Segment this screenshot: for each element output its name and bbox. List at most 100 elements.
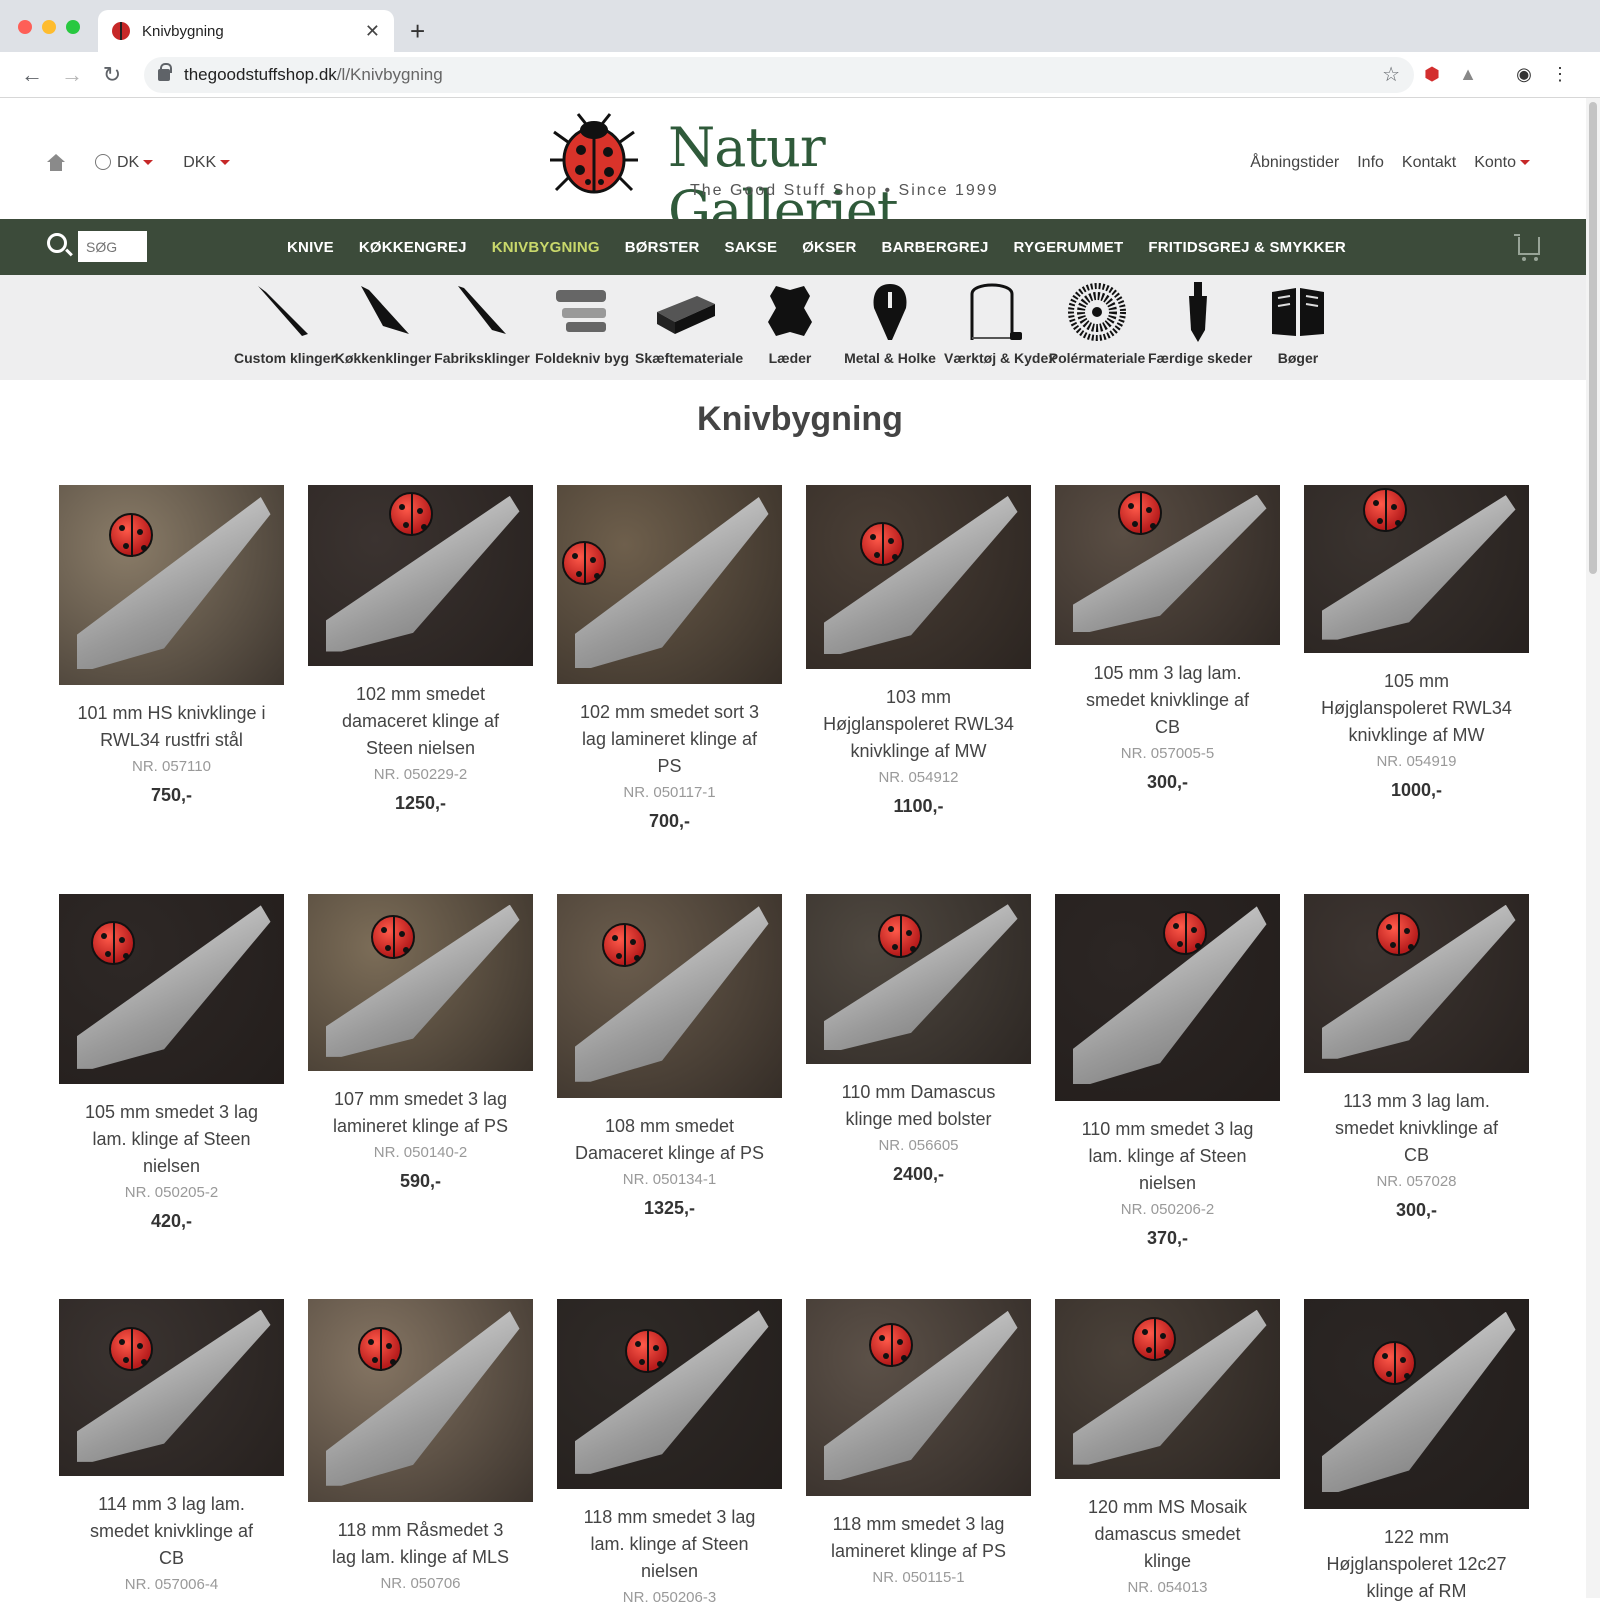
product-name[interactable]: 102 mm smedet sort 3 lag lamineret kling… — [557, 699, 782, 780]
product-name[interactable]: 102 mm smedet damaceret klinge af Steen … — [308, 681, 533, 762]
subcat-laeder[interactable]: Læder — [740, 275, 840, 366]
product-card[interactable]: 120 mm MS Mosaik damascus smedet klinge N… — [1055, 1299, 1280, 1606]
product-image[interactable] — [308, 1299, 533, 1502]
product-image[interactable] — [1055, 485, 1280, 645]
home-icon[interactable] — [47, 154, 65, 172]
product-card[interactable]: 105 mm smedet 3 lag lam. klinge af Steen… — [59, 894, 284, 1232]
link-kontakt[interactable]: Kontakt — [1402, 154, 1456, 172]
link-abningstider[interactable]: Åbningstider — [1250, 154, 1339, 172]
product-image[interactable] — [59, 894, 284, 1084]
profile-extension-icon[interactable]: ◉ — [1506, 64, 1542, 85]
product-name[interactable]: 105 mm Højglanspoleret RWL34 knivklinge … — [1304, 668, 1529, 749]
product-image[interactable] — [1055, 1299, 1280, 1479]
subcat-metal-holke[interactable]: Metal & Holke — [840, 275, 940, 366]
product-image[interactable] — [557, 485, 782, 684]
menu-kebab-icon[interactable]: ⋮ — [1542, 64, 1578, 85]
product-name[interactable]: 107 mm smedet 3 lag lamineret klinge af … — [308, 1086, 533, 1140]
zoom-window-button[interactable] — [66, 20, 80, 34]
subcat-custom-klinger[interactable]: Custom klinger — [234, 275, 336, 366]
nav-item-rygerummet[interactable]: RYGERUMMET — [1014, 239, 1124, 256]
product-image[interactable] — [59, 1299, 284, 1476]
product-card[interactable]: 118 mm Råsmedet 3 lag lam. klinge af MLS… — [308, 1299, 533, 1602]
product-name[interactable]: 101 mm HS knivklinge i RWL34 rustfri stå… — [59, 700, 284, 754]
nav-item-borster[interactable]: BØRSTER — [625, 239, 700, 256]
account-menu[interactable]: Konto — [1474, 154, 1530, 172]
subcat-kokkenklinger[interactable]: Køkkenklinger — [333, 275, 433, 366]
product-name[interactable]: 122 mm Højglanspoleret 12c27 klinge af R… — [1304, 1524, 1529, 1605]
product-image[interactable] — [59, 485, 284, 685]
product-name[interactable]: 110 mm smedet 3 lag lam. klinge af Steen… — [1055, 1116, 1280, 1197]
product-card[interactable]: 105 mm 3 lag lam. smedet knivklinge af C… — [1055, 485, 1280, 793]
new-tab-icon[interactable]: + — [410, 16, 425, 47]
product-card[interactable]: 114 mm 3 lag lam. smedet knivklinge af C… — [59, 1299, 284, 1603]
bookmark-star-icon[interactable]: ☆ — [1382, 62, 1400, 87]
product-card[interactable]: 102 mm smedet damaceret klinge af Steen … — [308, 485, 533, 814]
subcat-skaeftemateriale[interactable]: Skæftemateriale — [635, 275, 743, 366]
subcat-boger[interactable]: Bøger — [1248, 275, 1348, 366]
nav-item-sakse[interactable]: SAKSE — [725, 239, 778, 256]
product-card[interactable]: 110 mm Damascus klinge med bolster NR. 05… — [806, 894, 1031, 1185]
subcat-faerdige-skeder[interactable]: Færdige skeder — [1148, 275, 1252, 366]
product-card[interactable]: 103 mm Højglanspoleret RWL34 knivklinge … — [806, 485, 1031, 817]
product-card[interactable]: 108 mm smedet Damaceret klinge af PS NR. … — [557, 894, 782, 1219]
product-image[interactable] — [806, 485, 1031, 669]
product-name[interactable]: 118 mm Råsmedet 3 lag lam. klinge af MLS — [308, 1517, 533, 1571]
product-card[interactable]: 122 mm Højglanspoleret 12c27 klinge af R… — [1304, 1299, 1529, 1615]
nav-item-barbergrej[interactable]: BARBERGREJ — [882, 239, 989, 256]
nav-item-okser[interactable]: ØKSER — [802, 239, 856, 256]
product-image[interactable] — [1304, 485, 1529, 653]
product-image[interactable] — [308, 485, 533, 666]
product-image[interactable] — [308, 894, 533, 1071]
adblock-extension-icon[interactable]: ⬢ — [1414, 64, 1450, 85]
product-name[interactable]: 120 mm MS Mosaik damascus smedet klinge — [1055, 1494, 1280, 1575]
product-image[interactable] — [557, 1299, 782, 1489]
site-logo[interactable]: Natur Galleriet The Good Stuff Shop • Si… — [550, 112, 1020, 242]
subcat-polermateriale[interactable]: Polérmateriale — [1047, 275, 1147, 366]
nav-item-knivbygning[interactable]: KNIVBYGNING — [492, 239, 600, 256]
link-info[interactable]: Info — [1357, 154, 1384, 172]
close-window-button[interactable] — [18, 20, 32, 34]
search-icon[interactable] — [47, 233, 67, 253]
product-image[interactable] — [806, 1299, 1031, 1496]
close-tab-icon[interactable]: ✕ — [365, 21, 380, 42]
country-selector[interactable]: DK — [95, 154, 154, 172]
product-card[interactable]: 101 mm HS knivklinge i RWL34 rustfri stå… — [59, 485, 284, 806]
scrollbar-thumb[interactable] — [1589, 102, 1597, 574]
product-name[interactable]: 114 mm 3 lag lam. smedet knivklinge af C… — [59, 1491, 284, 1572]
nav-item-kokkengrej[interactable]: KØKKENGREJ — [359, 239, 467, 256]
page-scrollbar[interactable] — [1586, 98, 1600, 1598]
nav-item-knive[interactable]: KNIVE — [287, 239, 334, 256]
product-image[interactable] — [1055, 894, 1280, 1101]
product-image[interactable] — [806, 894, 1031, 1064]
back-arrow-icon[interactable]: ← — [12, 62, 52, 88]
browser-tab[interactable]: Knivbygning ✕ — [98, 10, 394, 52]
product-name[interactable]: 105 mm smedet 3 lag lam. klinge af Steen… — [59, 1099, 284, 1180]
subcat-fabriksklinger[interactable]: Fabriksklinger — [432, 275, 532, 366]
search-input[interactable] — [78, 231, 147, 262]
product-name[interactable]: 118 mm smedet 3 lag lam. klinge af Steen… — [557, 1504, 782, 1585]
product-card[interactable]: 118 mm smedet 3 lag lam. klinge af Steen… — [557, 1299, 782, 1616]
product-image[interactable] — [1304, 1299, 1529, 1509]
product-card[interactable]: 110 mm smedet 3 lag lam. klinge af Steen… — [1055, 894, 1280, 1249]
reload-icon[interactable]: ↻ — [92, 62, 132, 88]
product-image[interactable] — [1304, 894, 1529, 1073]
product-card[interactable]: 118 mm smedet 3 lag lamineret klinge af … — [806, 1299, 1031, 1596]
product-card[interactable]: 105 mm Højglanspoleret RWL34 knivklinge … — [1304, 485, 1529, 801]
product-name[interactable]: 103 mm Højglanspoleret RWL34 knivklinge … — [806, 684, 1031, 765]
address-bar[interactable]: thegoodstuffshop.dk/l/Knivbygning ☆ — [144, 56, 1414, 93]
product-card[interactable]: 102 mm smedet sort 3 lag lamineret kling… — [557, 485, 782, 832]
drive-extension-icon[interactable]: ▲ — [1450, 64, 1486, 85]
cart-icon[interactable] — [1514, 234, 1540, 261]
product-name[interactable]: 108 mm smedet Damaceret klinge af PS — [557, 1113, 782, 1167]
currency-selector[interactable]: DKK — [183, 154, 231, 172]
product-image[interactable] — [557, 894, 782, 1098]
product-card[interactable]: 113 mm 3 lag lam. smedet knivklinge af C… — [1304, 894, 1529, 1221]
product-name[interactable]: 113 mm 3 lag lam. smedet knivklinge af C… — [1304, 1088, 1529, 1169]
forward-arrow-icon[interactable]: → — [52, 62, 92, 88]
minimize-window-button[interactable] — [42, 20, 56, 34]
product-name[interactable]: 105 mm 3 lag lam. smedet knivklinge af C… — [1055, 660, 1280, 741]
product-name[interactable]: 110 mm Damascus klinge med bolster — [806, 1079, 1031, 1133]
subcat-foldekniv-byg[interactable]: Foldekniv byg — [532, 275, 632, 366]
product-card[interactable]: 107 mm smedet 3 lag lamineret klinge af … — [308, 894, 533, 1192]
subcat-vaerktoj-kydex[interactable]: Værktøj & Kydex — [944, 275, 1056, 366]
